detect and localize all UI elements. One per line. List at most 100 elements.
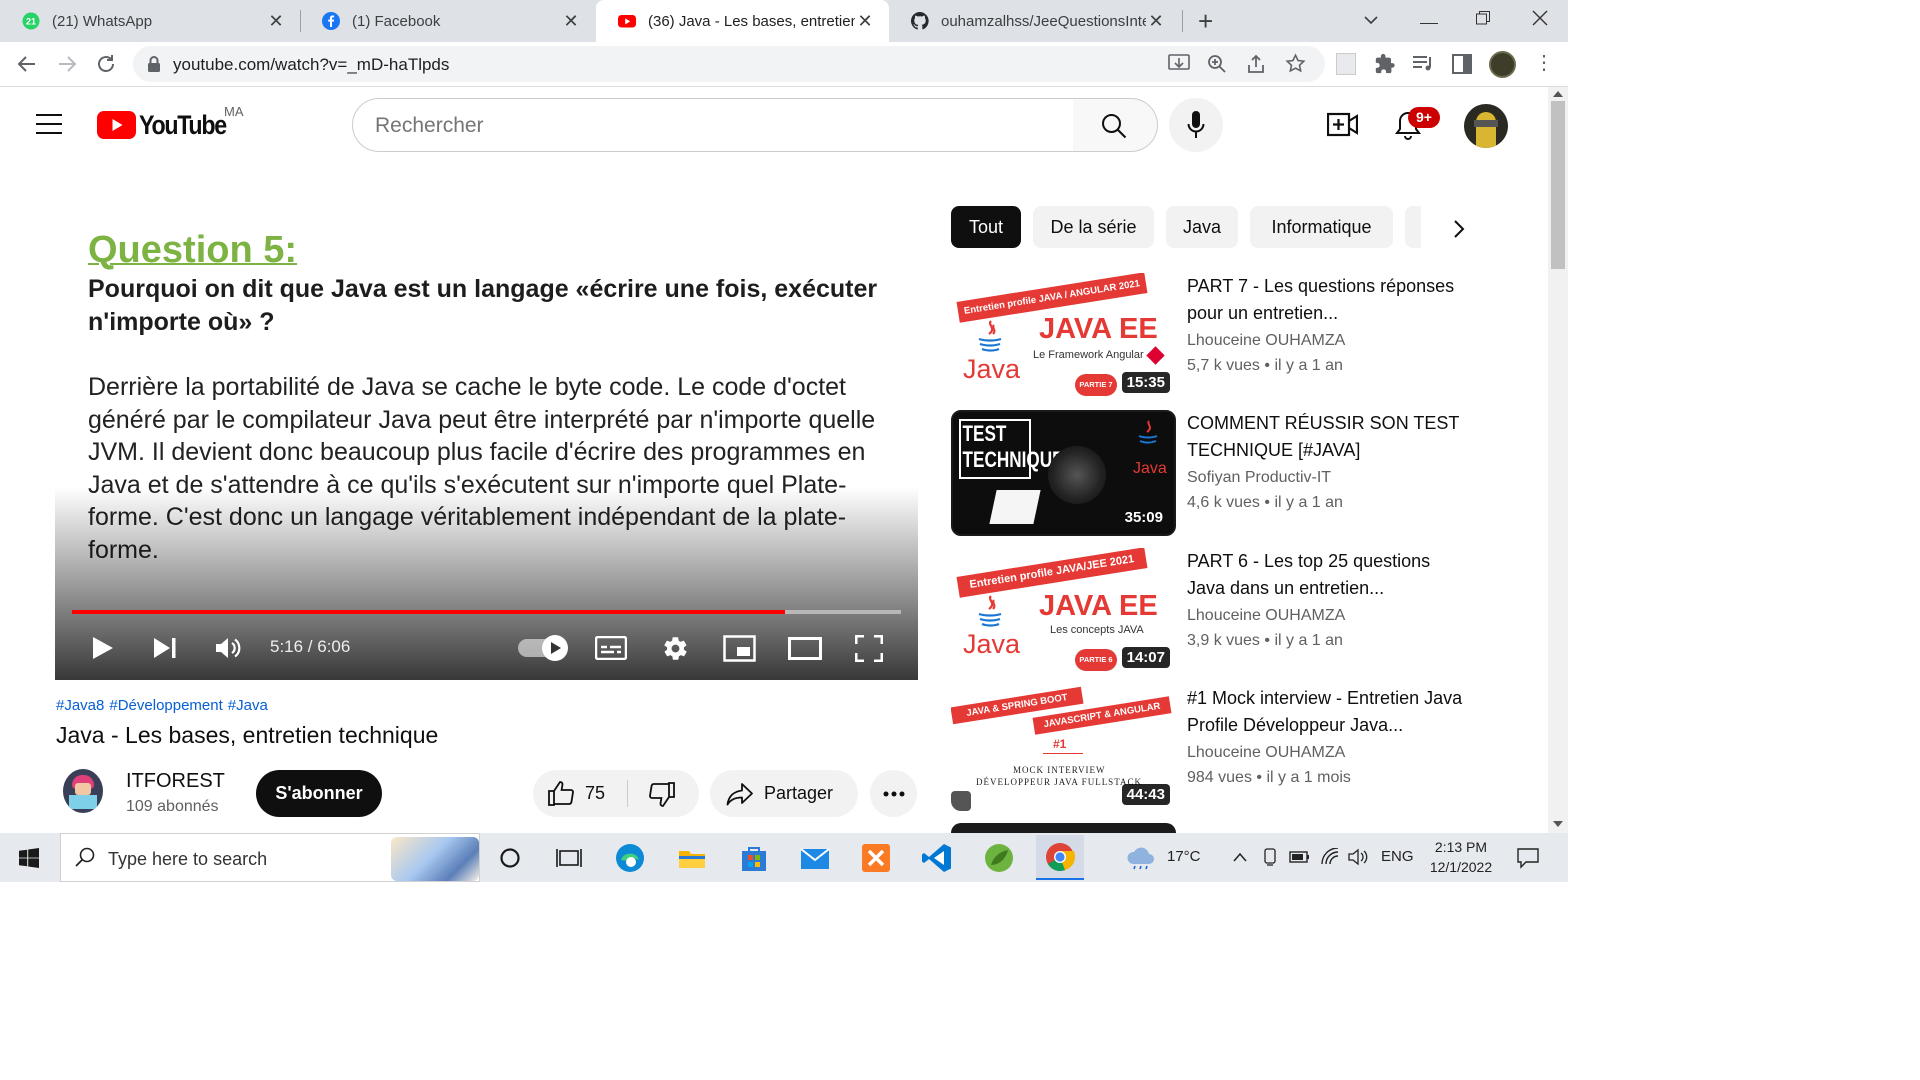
- close-icon[interactable]: ✕: [855, 11, 875, 32]
- puzzle-extensions-icon[interactable]: [1374, 53, 1396, 75]
- video-thumbnail[interactable]: TEST TECHNIQUE Java 35:09: [951, 410, 1176, 536]
- page-scrollbar[interactable]: [1548, 87, 1568, 833]
- recommended-video[interactable]: Entretien profile JAVA / ANGULAR 2021 Ja…: [951, 273, 1511, 401]
- tab-search-chevron-icon[interactable]: [1363, 12, 1379, 28]
- progress-bar[interactable]: [72, 610, 901, 614]
- subscribe-button[interactable]: S'abonner: [256, 770, 382, 817]
- recommended-video[interactable]: TEST TECHNIQUE Java 35:09 COMMENT RÉUSSI…: [951, 410, 1511, 538]
- recommended-channel[interactable]: Lhouceine OUHAMZA: [1187, 744, 1345, 762]
- extension-icon[interactable]: [1336, 53, 1356, 75]
- recommended-video-title[interactable]: #1 Mock interview - Entretien Java Profi…: [1187, 685, 1467, 739]
- weather-cloud-icon[interactable]: [1124, 846, 1158, 870]
- scrollbar-thumb[interactable]: [1551, 101, 1565, 269]
- recommended-channel[interactable]: Lhouceine OUHAMZA: [1187, 332, 1345, 350]
- recommended-video[interactable]: JAVA & SPRING BOOT JAVASCRIPT & ANGULAR …: [951, 685, 1511, 813]
- new-tab-plus-icon[interactable]: +: [1198, 8, 1213, 34]
- video-thumbnail[interactable]: Entretien profile JAVA/JEE 2021 Java JAV…: [951, 548, 1176, 674]
- chip-java[interactable]: Java: [1166, 206, 1238, 248]
- clock[interactable]: 2:13 PM 12/1/2022: [1420, 837, 1502, 877]
- dislike-button[interactable]: [628, 770, 699, 817]
- chip-partial[interactable]: [1405, 206, 1421, 248]
- edge-icon[interactable]: [613, 841, 647, 875]
- recommended-video-title[interactable]: COMMENT RÉUSSIR SON TEST TECHNIQUE [#JAV…: [1187, 410, 1467, 464]
- input-language[interactable]: ENG: [1381, 848, 1414, 865]
- restore-icon[interactable]: [1476, 11, 1490, 25]
- subtitles-icon[interactable]: [595, 636, 627, 660]
- url-text[interactable]: youtube.com/watch?v=_mD-haTlpds: [173, 55, 449, 75]
- video-player[interactable]: Question 5: Pourquoi on dit que Java est…: [55, 197, 918, 680]
- next-video-icon[interactable]: [153, 637, 178, 659]
- chevron-right-icon[interactable]: [1452, 219, 1466, 239]
- settings-gear-icon[interactable]: [662, 635, 689, 662]
- chrome-taskbar-active[interactable]: [1036, 835, 1084, 880]
- miniplayer-icon[interactable]: [723, 635, 756, 662]
- close-icon[interactable]: ✕: [561, 11, 581, 32]
- windows-start-icon[interactable]: [19, 848, 39, 868]
- video-thumbnail[interactable]: JAVA & SPRING BOOT JAVASCRIPT & ANGULAR …: [951, 685, 1176, 811]
- share-page-icon[interactable]: [1246, 54, 1266, 74]
- hashtag-link[interactable]: #Java8: [56, 697, 104, 714]
- recommended-channel[interactable]: Lhouceine OUHAMZA: [1187, 607, 1345, 625]
- recommended-video-title[interactable]: PART 7 - Les questions réponses pour un …: [1187, 273, 1467, 327]
- task-view-icon[interactable]: [552, 841, 586, 875]
- spring-tools-icon[interactable]: [982, 841, 1016, 875]
- back-arrow-icon[interactable]: [16, 53, 38, 75]
- voice-search-button[interactable]: [1169, 98, 1223, 152]
- profile-avatar[interactable]: [1489, 51, 1516, 78]
- recommended-video[interactable]: Entretien profile JAVA/JEE 2021 Java JAV…: [951, 548, 1511, 676]
- autoplay-toggle[interactable]: [518, 635, 568, 661]
- scroll-up-icon[interactable]: [1553, 91, 1563, 97]
- forward-arrow-icon[interactable]: [56, 53, 78, 75]
- device-icon[interactable]: [1262, 848, 1278, 866]
- channel-avatar[interactable]: [63, 769, 103, 813]
- recommended-channel[interactable]: Sofiyan Productiv-IT: [1187, 469, 1331, 487]
- taskbar-search-box[interactable]: Type here to search: [60, 833, 480, 882]
- hashtag-link[interactable]: #Java: [228, 697, 268, 714]
- chrome-menu-icon[interactable]: ⋮: [1534, 52, 1554, 74]
- recommended-video-title[interactable]: PART 6 - Les top 25 questions Java dans …: [1187, 548, 1467, 602]
- scroll-down-icon[interactable]: [1553, 821, 1563, 827]
- hashtag-link[interactable]: #Développement: [109, 697, 222, 714]
- minimize-icon[interactable]: [1420, 6, 1438, 24]
- hamburger-menu-icon[interactable]: [36, 114, 62, 134]
- fullscreen-icon[interactable]: [855, 635, 883, 662]
- vscode-icon[interactable]: [920, 841, 954, 875]
- bookmark-star-icon[interactable]: [1285, 53, 1306, 74]
- notification-center-icon[interactable]: [1517, 847, 1539, 869]
- search-button[interactable]: [1073, 98, 1158, 152]
- recommended-video-partial[interactable]: [951, 823, 1176, 833]
- more-actions-button[interactable]: [870, 770, 917, 817]
- tab-github[interactable]: ouhamzalhss/JeeQuestionsInterview ✕: [889, 0, 1180, 42]
- file-explorer-icon[interactable]: [675, 841, 709, 875]
- microsoft-store-icon[interactable]: [737, 841, 771, 875]
- window-close-icon[interactable]: [1532, 10, 1548, 26]
- tab-facebook[interactable]: (1) Facebook ✕: [300, 0, 595, 42]
- tab-whatsapp[interactable]: 21 (21) WhatsApp ✕: [0, 0, 300, 42]
- install-app-icon[interactable]: [1168, 54, 1190, 74]
- video-thumbnail[interactable]: Entretien profile JAVA / ANGULAR 2021 Ja…: [951, 273, 1176, 399]
- mail-icon[interactable]: [798, 841, 832, 875]
- share-button[interactable]: Partager: [710, 770, 858, 817]
- create-video-icon[interactable]: [1327, 112, 1358, 137]
- play-icon[interactable]: [92, 636, 114, 660]
- xampp-icon[interactable]: [859, 841, 893, 875]
- volume-icon[interactable]: [215, 636, 243, 660]
- media-queue-icon[interactable]: [1412, 54, 1434, 74]
- weather-temperature[interactable]: 17°C: [1167, 848, 1201, 865]
- channel-name[interactable]: ITFOREST: [126, 770, 225, 793]
- side-panel-icon[interactable]: [1452, 54, 1472, 74]
- speaker-icon[interactable]: [1348, 848, 1370, 866]
- wifi-icon[interactable]: [1320, 848, 1340, 866]
- close-icon[interactable]: ✕: [1146, 11, 1166, 32]
- tray-chevron-up-icon[interactable]: [1232, 851, 1248, 863]
- reload-icon[interactable]: [95, 53, 117, 75]
- tab-youtube-active[interactable]: (36) Java - Les bases, entretien techniq…: [596, 0, 889, 42]
- search-input[interactable]: Rechercher: [352, 98, 1074, 152]
- like-button[interactable]: 75: [533, 770, 627, 817]
- cortana-icon[interactable]: [493, 841, 527, 875]
- omnibox[interactable]: youtube.com/watch?v=_mD-haTlpds: [133, 46, 1325, 82]
- chip-tout[interactable]: Tout: [951, 206, 1021, 248]
- account-avatar[interactable]: [1464, 104, 1508, 148]
- chip-informatique[interactable]: Informatique: [1250, 206, 1393, 248]
- chip-de-la-serie[interactable]: De la série: [1033, 206, 1154, 248]
